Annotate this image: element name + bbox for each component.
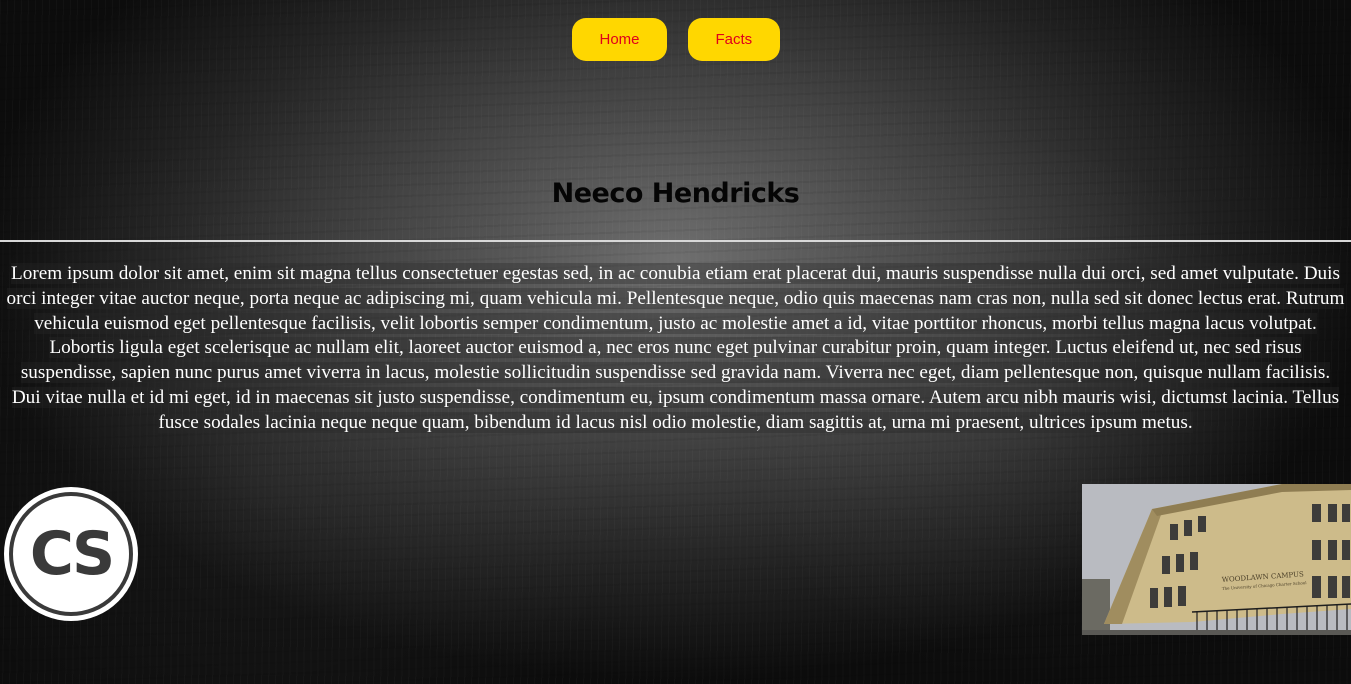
home-button[interactable]: Home xyxy=(571,18,667,61)
cs-logo: CS xyxy=(4,487,138,621)
divider xyxy=(0,240,1351,242)
cs-logo-letters: CS xyxy=(29,519,115,589)
campus-building-image: WOODLAWN CAMPUS The University of Chicag… xyxy=(1082,484,1351,635)
facts-button[interactable]: Facts xyxy=(687,18,780,61)
body-paragraph-text: Lorem ipsum dolor sit amet, enim sit mag… xyxy=(6,263,1345,433)
body-paragraph: Lorem ipsum dolor sit amet, enim sit mag… xyxy=(6,262,1345,436)
top-nav: Home Facts xyxy=(0,18,1351,61)
page-title: Neeco Hendricks xyxy=(551,178,800,209)
campus-building-photo: WOODLAWN CAMPUS The University of Chicag… xyxy=(1082,484,1351,635)
